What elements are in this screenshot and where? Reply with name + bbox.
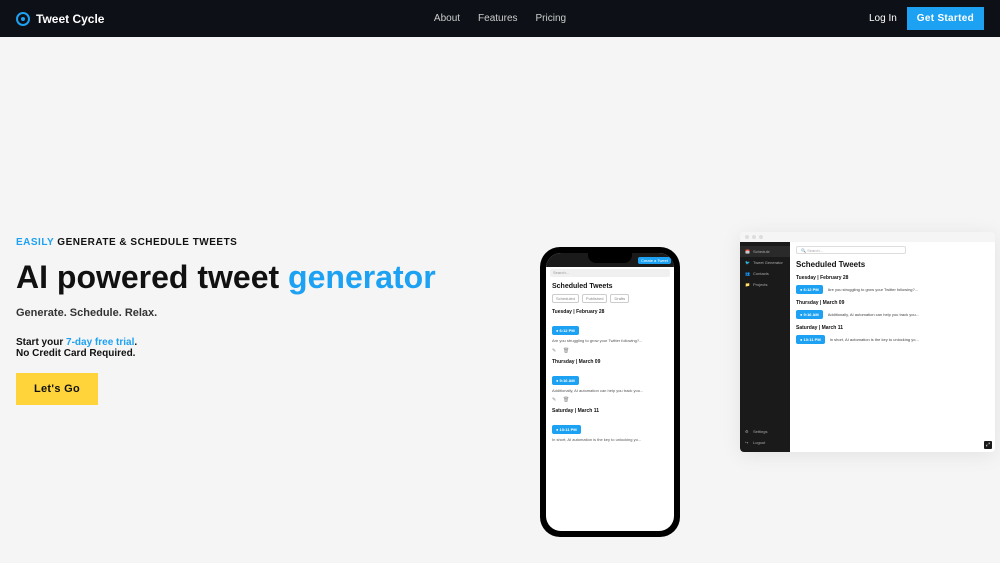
delete-icon: 🗑 (563, 348, 568, 353)
login-link[interactable]: Log In (869, 13, 897, 24)
brand-text: Tweet Cycle (36, 12, 104, 26)
hero-content: EASILY GENERATE & SCHEDULE TWEETS AI pow… (16, 237, 436, 405)
expand-icon: ⤢ (984, 441, 992, 449)
desktop-text-1: Additionally, AI automation can help you… (828, 312, 989, 317)
brand-area[interactable]: Tweet Cycle (16, 12, 104, 26)
edit-icon: ✎ (552, 397, 557, 402)
desktop-search-input: 🔍 Search... (796, 246, 906, 254)
desktop-title: Scheduled Tweets (796, 260, 989, 269)
desktop-main: 🔍 Search... Scheduled Tweets Tuesday | F… (790, 242, 995, 452)
trial-post: . (134, 337, 137, 348)
phone-create-tweet-button: Create a Tweet (638, 257, 671, 264)
desktop-text-0: Are you struggling to grow your Twitter … (828, 287, 989, 292)
phone-screen: Create a Tweet Search... Scheduled Tweet… (546, 253, 674, 531)
desktop-time-2: ● 10:11 PM (796, 335, 825, 344)
desktop-day-0: Tuesday | February 28 (796, 275, 989, 281)
chrome-dot (752, 235, 756, 239)
phone-time-1: ● 9:16 AM (552, 376, 579, 385)
phone-text-0: Are you struggling to grow your Twitter … (552, 338, 668, 344)
desktop-day-2: Saturday | March 11 (796, 325, 989, 331)
nav-link-pricing[interactable]: Pricing (536, 13, 567, 24)
phone-day-0: Tuesday | February 28 (552, 309, 668, 315)
desktop-mockup: 📅 Schedule 🐦 Tweet Generator 👥 Contacts … (740, 232, 995, 452)
desktop-sidebar: 📅 Schedule 🐦 Tweet Generator 👥 Contacts … (740, 242, 790, 452)
desktop-row-2: ● 10:11 PM In short, AI aotomation is th… (796, 335, 989, 344)
edit-icon: ✎ (552, 348, 557, 353)
desktop-row-1: ● 9:16 AM Additionally, AI automation ca… (796, 310, 989, 319)
nav-links: About Features Pricing (434, 13, 566, 24)
phone-time-2: ● 10:11 PM (552, 425, 581, 434)
phone-day-1: Thursday | March 09 (552, 359, 668, 365)
phone-text-1: Additionally, AI automation can help you… (552, 388, 668, 394)
sidebar-label: Contacts (753, 271, 769, 276)
headline: AI powered tweet generator (16, 260, 436, 295)
desktop-day-1: Thursday | March 09 (796, 300, 989, 306)
hero-section: EASILY GENERATE & SCHEDULE TWEETS AI pow… (0, 37, 1000, 405)
desktop-text-2: In short, AI aotomation is the key to un… (830, 337, 989, 342)
sidebar-label: Settings (753, 429, 767, 434)
phone-title: Scheduled Tweets (552, 283, 668, 290)
sidebar-item-projects: 📁 Projects (740, 279, 790, 290)
eyebrow: EASILY GENERATE & SCHEDULE TWEETS (16, 237, 436, 248)
lets-go-button[interactable]: Let's Go (16, 373, 98, 405)
desktop-time-0: ● 6:12 PM (796, 285, 823, 294)
desktop-time-1: ● 9:16 AM (796, 310, 823, 319)
subhead: Generate. Schedule. Relax. (16, 307, 436, 319)
phone-text-2: In short, AI automation is the key to un… (552, 437, 668, 443)
sidebar-item-settings: ⚙ Settings (740, 426, 790, 437)
trial-pre: Start your (16, 337, 66, 348)
eyebrow-accent: EASILY (16, 237, 54, 248)
folder-icon: 📁 (745, 282, 750, 287)
nav-actions: Log In Get Started (869, 7, 984, 30)
window-chrome (740, 232, 995, 242)
chrome-dot (745, 235, 749, 239)
sidebar-item-schedule: 📅 Schedule (740, 246, 790, 257)
sidebar-item-contacts: 👥 Contacts (740, 268, 790, 279)
sidebar-item-generator: 🐦 Tweet Generator (740, 257, 790, 268)
phone-time-0: ● 6:12 PM (552, 326, 579, 335)
logo-icon (16, 12, 30, 26)
phone-mockup: Create a Tweet Search... Scheduled Tweet… (540, 247, 680, 537)
sidebar-label: Schedule (753, 249, 770, 254)
calendar-icon: 📅 (745, 249, 750, 254)
phone-notch (588, 253, 632, 263)
top-nav: Tweet Cycle About Features Pricing Log I… (0, 0, 1000, 37)
phone-tab-scheduled: Scheduled (552, 294, 579, 303)
contacts-icon: 👥 (745, 271, 750, 276)
phone-actions-1: ✎ 🗑 (552, 397, 668, 402)
sidebar-item-logout: ↪ Logout (740, 437, 790, 448)
get-started-button[interactable]: Get Started (907, 7, 984, 30)
trial-text: Start your 7-day free trial. (16, 337, 436, 348)
sidebar-label: Tweet Generator (753, 260, 783, 265)
sidebar-label: Logout (753, 440, 765, 445)
headline-accent: generator (288, 259, 436, 295)
no-credit-card: No Credit Card Required. (16, 348, 436, 359)
phone-search-input: Search... (550, 269, 670, 277)
chrome-dot (759, 235, 763, 239)
phone-tab-published: Published (582, 294, 608, 303)
phone-day-2: Saturday | March 11 (552, 408, 668, 414)
phone-content: Scheduled Tweets Scheduled Published Dra… (546, 279, 674, 451)
headline-pre: AI powered tweet (16, 259, 288, 295)
logout-icon: ↪ (745, 440, 750, 445)
phone-tabs: Scheduled Published Drafts (552, 294, 668, 303)
trial-link[interactable]: 7-day free trial (66, 337, 134, 348)
eyebrow-rest: GENERATE & SCHEDULE TWEETS (54, 237, 237, 248)
phone-tab-drafts: Drafts (610, 294, 629, 303)
desktop-body: 📅 Schedule 🐦 Tweet Generator 👥 Contacts … (740, 242, 995, 452)
nav-link-features[interactable]: Features (478, 13, 517, 24)
delete-icon: 🗑 (563, 397, 568, 402)
desktop-row-0: ● 6:12 PM Are you struggling to grow you… (796, 285, 989, 294)
twitter-icon: 🐦 (745, 260, 750, 265)
sidebar-label: Projects (753, 282, 767, 287)
nav-link-about[interactable]: About (434, 13, 460, 24)
phone-actions-0: ✎ 🗑 (552, 348, 668, 353)
gear-icon: ⚙ (745, 429, 750, 434)
